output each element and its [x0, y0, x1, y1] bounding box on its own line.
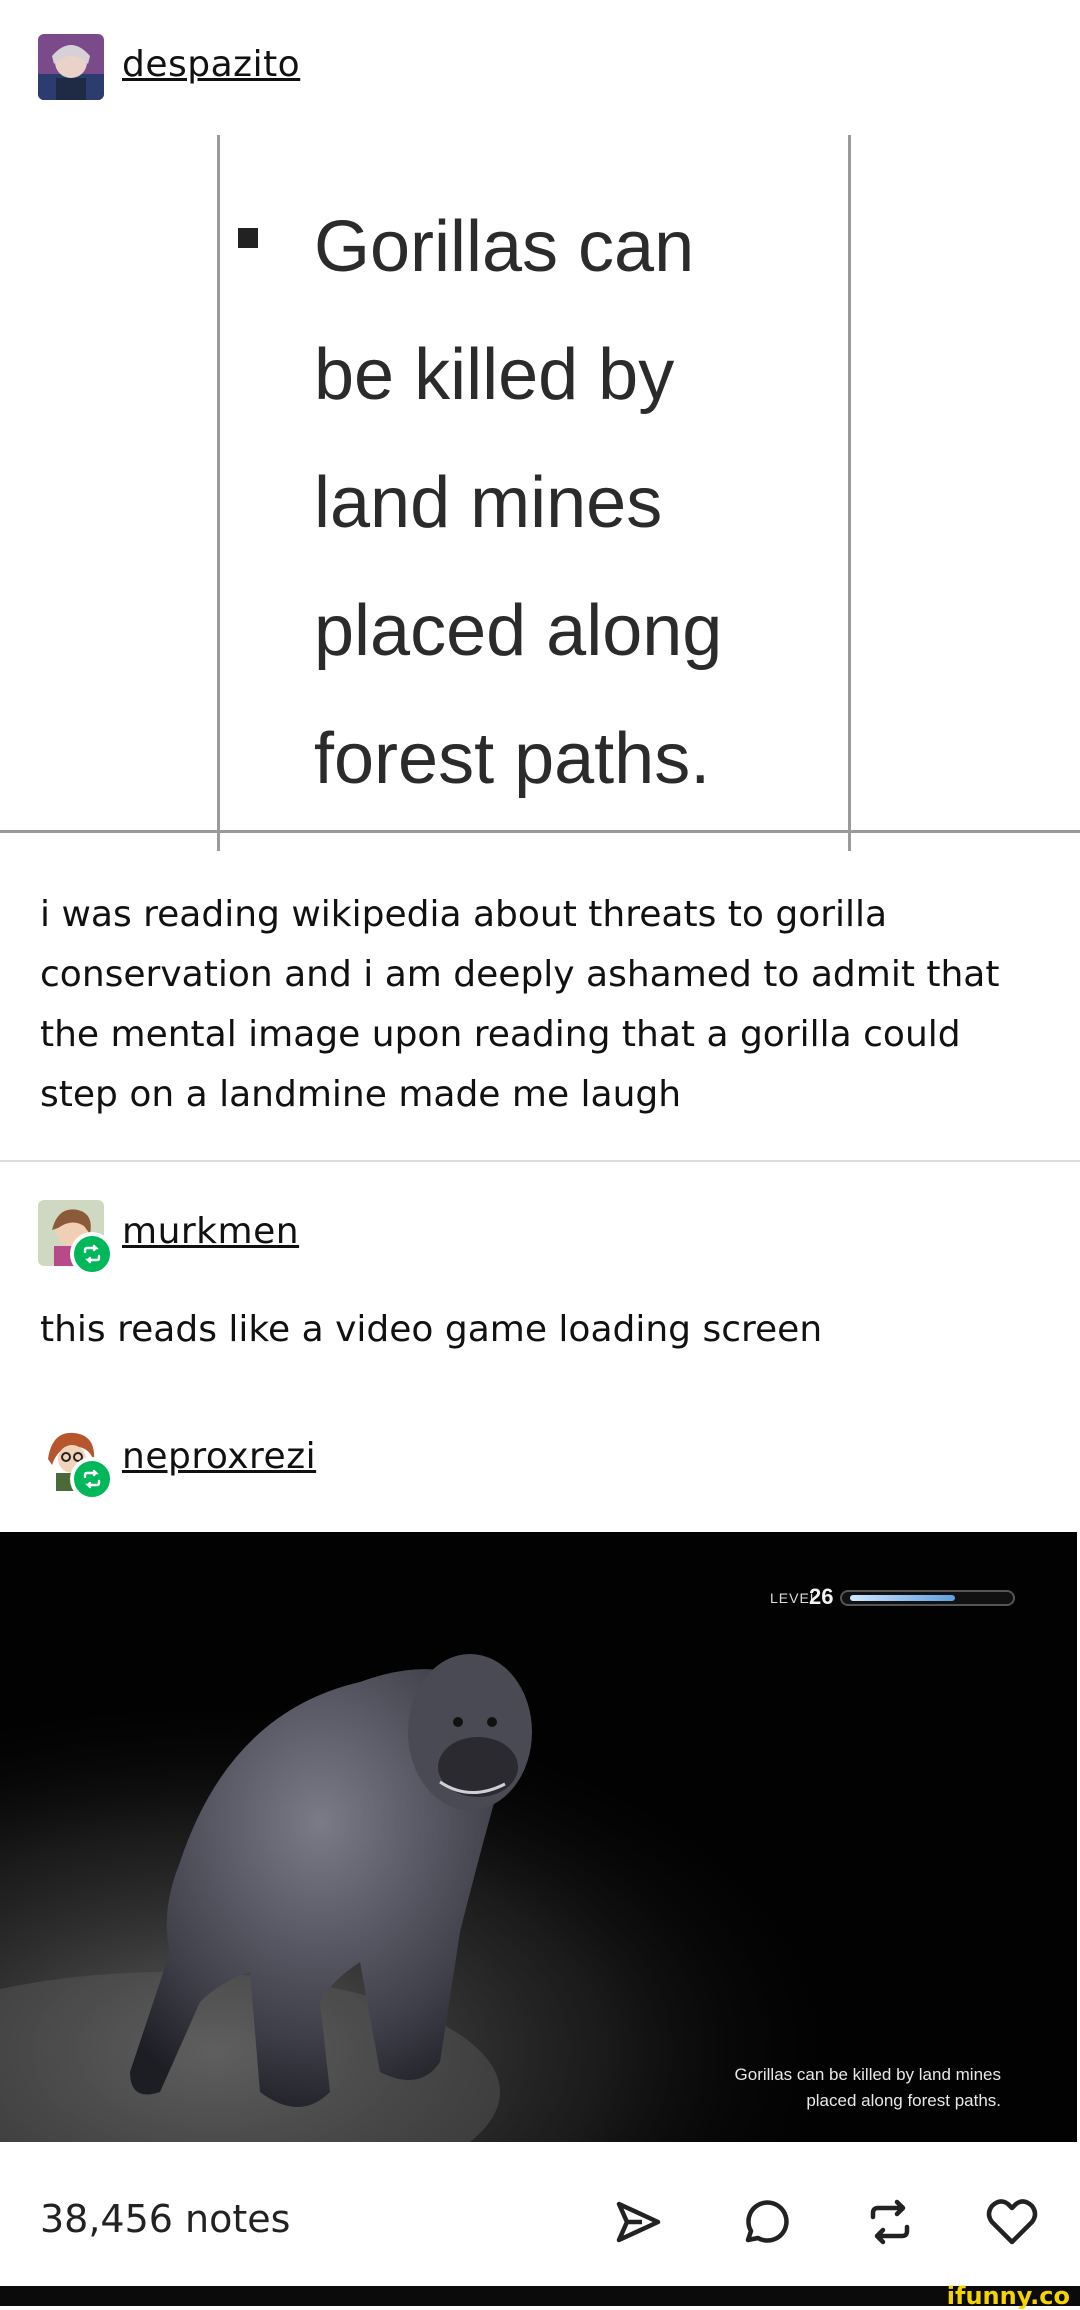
- quote-left-border: [217, 135, 220, 851]
- avatar-image: [38, 34, 104, 100]
- reblog-icon[interactable]: [858, 2190, 922, 2254]
- post-username-murkmen[interactable]: murkmen: [122, 1211, 299, 1252]
- game-loading-screen-image: LEVEL 26 Gorillas can be killed by land …: [0, 1532, 1077, 2142]
- quote-bottom-border: [0, 830, 1080, 833]
- notes-count[interactable]: 38,456 notes: [40, 2197, 290, 2241]
- avatar-despazito[interactable]: [38, 34, 104, 100]
- watermark-bar: [0, 2286, 1080, 2306]
- post-username-despazito[interactable]: despazito: [122, 44, 300, 85]
- gorilla-illustration: [0, 1532, 1077, 2142]
- post-username-neproxrezi[interactable]: neproxrezi: [122, 1436, 316, 1477]
- post-divider: [0, 1160, 1080, 1162]
- op-text: i was reading wikipedia about threats to…: [40, 894, 1000, 1115]
- quote-text: Gorillas can be killed by land mines pla…: [314, 207, 723, 799]
- level-progress-bar: [840, 1590, 1015, 1606]
- like-icon[interactable]: [980, 2190, 1044, 2254]
- caption-line-1: Gorillas can be killed by land mines: [734, 2065, 1001, 2084]
- comment-icon[interactable]: [732, 2190, 796, 2254]
- reblog-badge-icon: [70, 1232, 114, 1276]
- level-progress-fill: [850, 1595, 955, 1601]
- bullet-icon: [238, 228, 258, 248]
- loading-screen-caption: Gorillas can be killed by land mines pla…: [601, 2062, 1001, 2114]
- reblog-text-murkmen: this reads like a video game loading scr…: [40, 1309, 823, 1350]
- level-value: 26: [809, 1584, 834, 1609]
- share-icon[interactable]: [606, 2190, 670, 2254]
- reblog-badge-icon: [70, 1457, 114, 1501]
- caption-line-2: placed along forest paths.: [806, 2091, 1001, 2110]
